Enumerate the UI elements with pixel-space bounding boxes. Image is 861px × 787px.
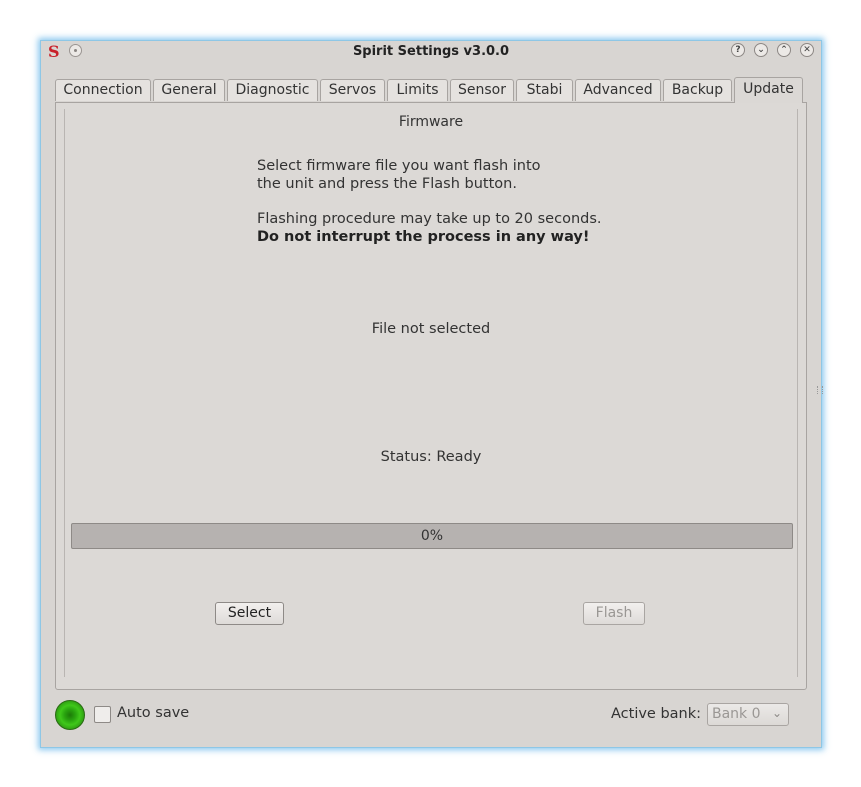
tab-advanced[interactable]: Advanced [575,79,661,101]
maximize-icon[interactable]: ⌃ [777,43,791,57]
chevron-down-icon: ⌄ [771,706,782,720]
tab-stabi[interactable]: Stabi [516,79,573,101]
tab-sensor[interactable]: Sensor [450,79,514,101]
flash-progress-bar: 0% [71,523,793,549]
window-title: Spirit Settings v3.0.0 [352,44,510,59]
flash-button[interactable]: Flash [583,602,645,625]
minimize-icon[interactable]: ⌄ [754,43,768,57]
autosave-label[interactable]: Auto save [117,705,189,721]
tab-backup[interactable]: Backup [663,79,732,101]
title-bar[interactable]: S Spirit Settings v3.0.0 ? ⌄ ⌃ ✕ [41,41,821,63]
progress-text: 0% [420,528,444,544]
update-panel: Firmware Select firmware file you want f… [55,102,807,690]
instructions-warning: Do not interrupt the process in any way! [257,229,590,245]
help-icon[interactable]: ? [731,43,745,57]
tab-diagnostic[interactable]: Diagnostic [227,79,318,101]
instructions: Select firmware file you want flash into… [257,157,602,246]
instructions-line-1: Select firmware file you want flash into [257,158,541,174]
autosave-checkbox[interactable] [94,706,111,723]
close-icon[interactable]: ✕ [800,43,814,57]
tab-servos[interactable]: Servos [320,79,385,101]
settings-window: S Spirit Settings v3.0.0 ? ⌄ ⌃ ✕ Connect… [40,40,823,748]
active-bank-value: Bank 0 [712,706,761,722]
tab-general[interactable]: General [153,79,225,101]
tab-limits[interactable]: Limits [387,79,448,101]
firmware-group-title: Firmware [398,114,464,130]
selected-file-label: File not selected [371,321,491,337]
instructions-line-3: Flashing procedure may take up to 20 sec… [257,211,602,227]
instructions-line-2: the unit and press the Flash button. [257,176,517,192]
active-bank-select[interactable]: Bank 0 ⌄ [707,703,789,726]
resize-grip[interactable] [817,386,823,394]
tab-connection[interactable]: Connection [55,79,151,101]
status-label: Status: Ready [380,449,482,465]
active-bank-label: Active bank: [611,706,702,722]
connection-status-led [55,700,85,730]
select-button[interactable]: Select [215,602,284,625]
tab-update[interactable]: Update [734,77,803,103]
